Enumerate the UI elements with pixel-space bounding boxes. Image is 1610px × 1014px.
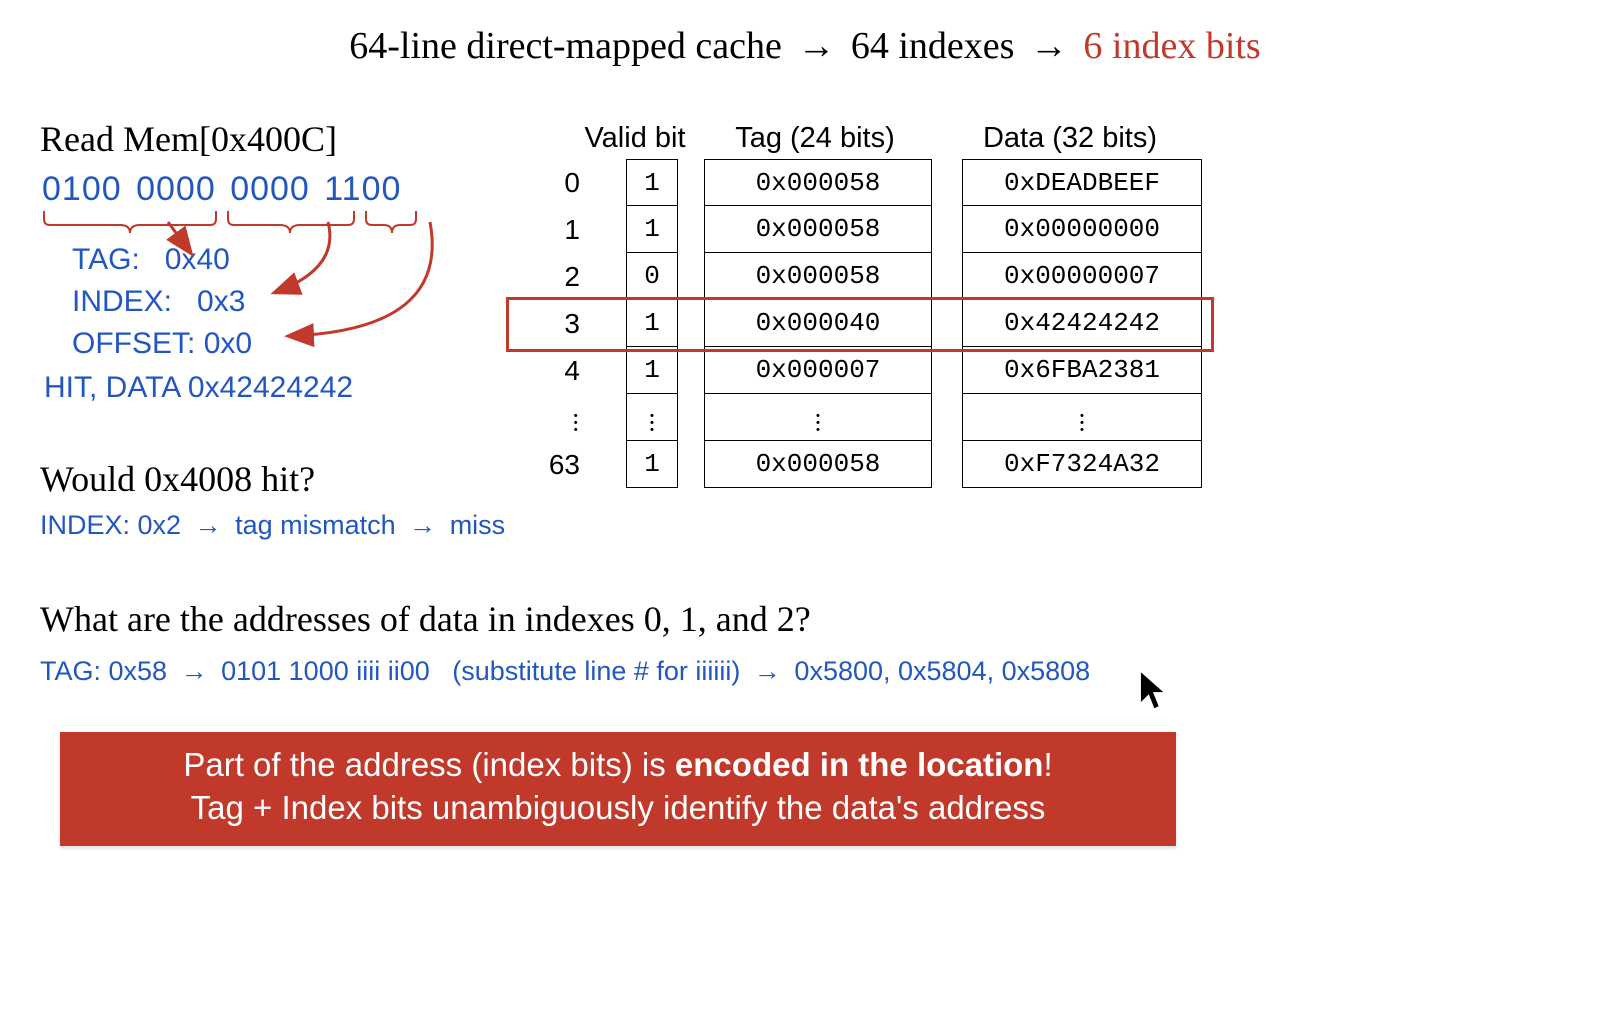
- example-block: Read Mem[0x400C] 0100 0000 0000 1100 TAG…: [40, 118, 480, 405]
- question-3-block: What are the addresses of data in indexe…: [40, 598, 1200, 687]
- row-tag: 0x000007: [704, 347, 932, 394]
- row-index: ···: [510, 394, 598, 441]
- row-index: 3: [510, 300, 598, 347]
- q2-ans-miss: miss: [450, 510, 506, 540]
- readmem-label: Read Mem[0x400C]: [40, 118, 480, 160]
- cache-rows: 010x0000580xDEADBEEF110x0000580x00000000…: [510, 159, 1210, 488]
- col-header-valid: Valid bit: [580, 122, 690, 155]
- bin-group-1: 0000: [134, 170, 218, 208]
- row-data: ···: [962, 394, 1202, 441]
- q3-ans-binary: 0101 1000 iiii ii00: [221, 656, 430, 686]
- bin-group-2: 0000: [228, 170, 312, 208]
- col-header-data: Data (32 bits): [940, 122, 1200, 155]
- table-row: 01 0x000058 0xDEADBEEF: [510, 159, 1210, 206]
- table-row: 41 0x000007 0x6FBA2381: [510, 347, 1210, 394]
- table-row: 11 0x000058 0x00000000: [510, 206, 1210, 253]
- summary-bar: Part of the address (index bits) is enco…: [60, 732, 1176, 846]
- table-row: ··· ··· ··· ···: [510, 394, 1210, 441]
- underbrace: [40, 209, 460, 239]
- q3-answer: TAG: 0x58 → 0101 1000 iiii ii00 (substit…: [40, 656, 1200, 687]
- cursor-icon: [1136, 668, 1172, 712]
- row-tag: ···: [704, 394, 932, 441]
- table-row: 20 0x000058 0x00000007: [510, 253, 1210, 300]
- row-tag: 0x000058: [704, 206, 932, 253]
- address-binary: 0100 0000 0000 1100: [40, 170, 480, 209]
- row-index: 4: [510, 347, 598, 394]
- cache-headers: Valid bit Tag (24 bits) Data (32 bits): [510, 122, 1210, 155]
- row-tag: 0x000040: [704, 300, 932, 347]
- tag-value: 0x40: [165, 243, 230, 276]
- summary-line2: Tag + Index bits unambiguously identify …: [78, 787, 1158, 830]
- result-line: HIT, DATA 0x42424242: [44, 371, 480, 405]
- offset-field: OFFSET: 0x0: [72, 323, 480, 365]
- row-data: 0x6FBA2381: [962, 347, 1202, 394]
- slide-title: 64-line direct-mapped cache → 64 indexes…: [0, 24, 1610, 68]
- q3-ans-prefix: TAG: 0x58: [40, 656, 167, 686]
- row-index: 1: [510, 206, 598, 253]
- summary-line1-a: Part of the address (index bits) is: [183, 746, 675, 783]
- col-header-tag: Tag (24 bits): [690, 122, 940, 155]
- row-tag: 0x000058: [704, 159, 932, 206]
- question-2-block: Would 0x4008 hit? INDEX: 0x2 → tag misma…: [40, 458, 520, 541]
- index-value: 0x3: [197, 285, 245, 318]
- arrow-icon: →: [189, 510, 228, 540]
- row-data: 0x00000000: [962, 206, 1202, 253]
- cache-table: Valid bit Tag (24 bits) Data (32 bits) 0…: [510, 122, 1210, 488]
- table-row: 31 0x000040 0x42424242: [510, 300, 1210, 347]
- row-tag: 0x000058: [704, 441, 932, 488]
- q3-ans-note: (substitute line # for iiiiii): [452, 656, 740, 686]
- arrow-icon: →: [791, 25, 841, 67]
- row-data: 0xF7324A32: [962, 441, 1202, 488]
- summary-line1: Part of the address (index bits) is enco…: [78, 744, 1158, 787]
- row-data: 0x00000007: [962, 253, 1202, 300]
- tag-field: TAG: 0x40: [72, 239, 480, 281]
- bin-group-3: 1100: [322, 170, 403, 208]
- q2-answer: INDEX: 0x2 → tag mismatch → miss: [40, 510, 520, 541]
- title-emphasis: 6 index bits: [1083, 25, 1260, 67]
- row-valid: 0: [626, 253, 678, 300]
- arrow-icon: →: [1024, 25, 1074, 67]
- index-field: INDEX: 0x3: [72, 281, 480, 323]
- arrow-icon: →: [175, 656, 214, 686]
- row-valid: 1: [626, 300, 678, 347]
- q2-ans-mismatch: tag mismatch: [235, 510, 396, 540]
- row-index: 63: [510, 441, 598, 488]
- q2-title: Would 0x4008 hit?: [40, 458, 520, 500]
- row-data: 0x42424242: [962, 300, 1202, 347]
- q2-ans-index: INDEX: 0x2: [40, 510, 181, 540]
- row-index: 2: [510, 253, 598, 300]
- row-tag: 0x000058: [704, 253, 932, 300]
- q3-ans-results: 0x5800, 0x5804, 0x5808: [794, 656, 1090, 686]
- index-label: INDEX:: [72, 285, 172, 318]
- row-valid: 1: [626, 347, 678, 394]
- title-part1: 64-line direct-mapped cache: [349, 25, 782, 67]
- row-valid: 1: [626, 441, 678, 488]
- summary-line1-b: encoded in the location: [675, 746, 1044, 783]
- title-part2: 64 indexes: [851, 25, 1015, 67]
- row-index: 0: [510, 159, 598, 206]
- arrow-icon: →: [403, 510, 442, 540]
- offset-label: OFFSET:: [72, 327, 195, 360]
- table-row: 63 1 0x000058 0xF7324A32: [510, 441, 1210, 488]
- arrow-icon: →: [748, 656, 787, 686]
- summary-line1-c: !: [1043, 746, 1052, 783]
- tag-label: TAG:: [72, 243, 140, 276]
- row-valid: 1: [626, 159, 678, 206]
- row-valid: ···: [626, 394, 678, 441]
- offset-value: 0x0: [204, 327, 252, 360]
- row-valid: 1: [626, 206, 678, 253]
- row-data: 0xDEADBEEF: [962, 159, 1202, 206]
- bin-group-0: 0100: [40, 170, 124, 208]
- q3-title: What are the addresses of data in indexe…: [40, 598, 1200, 640]
